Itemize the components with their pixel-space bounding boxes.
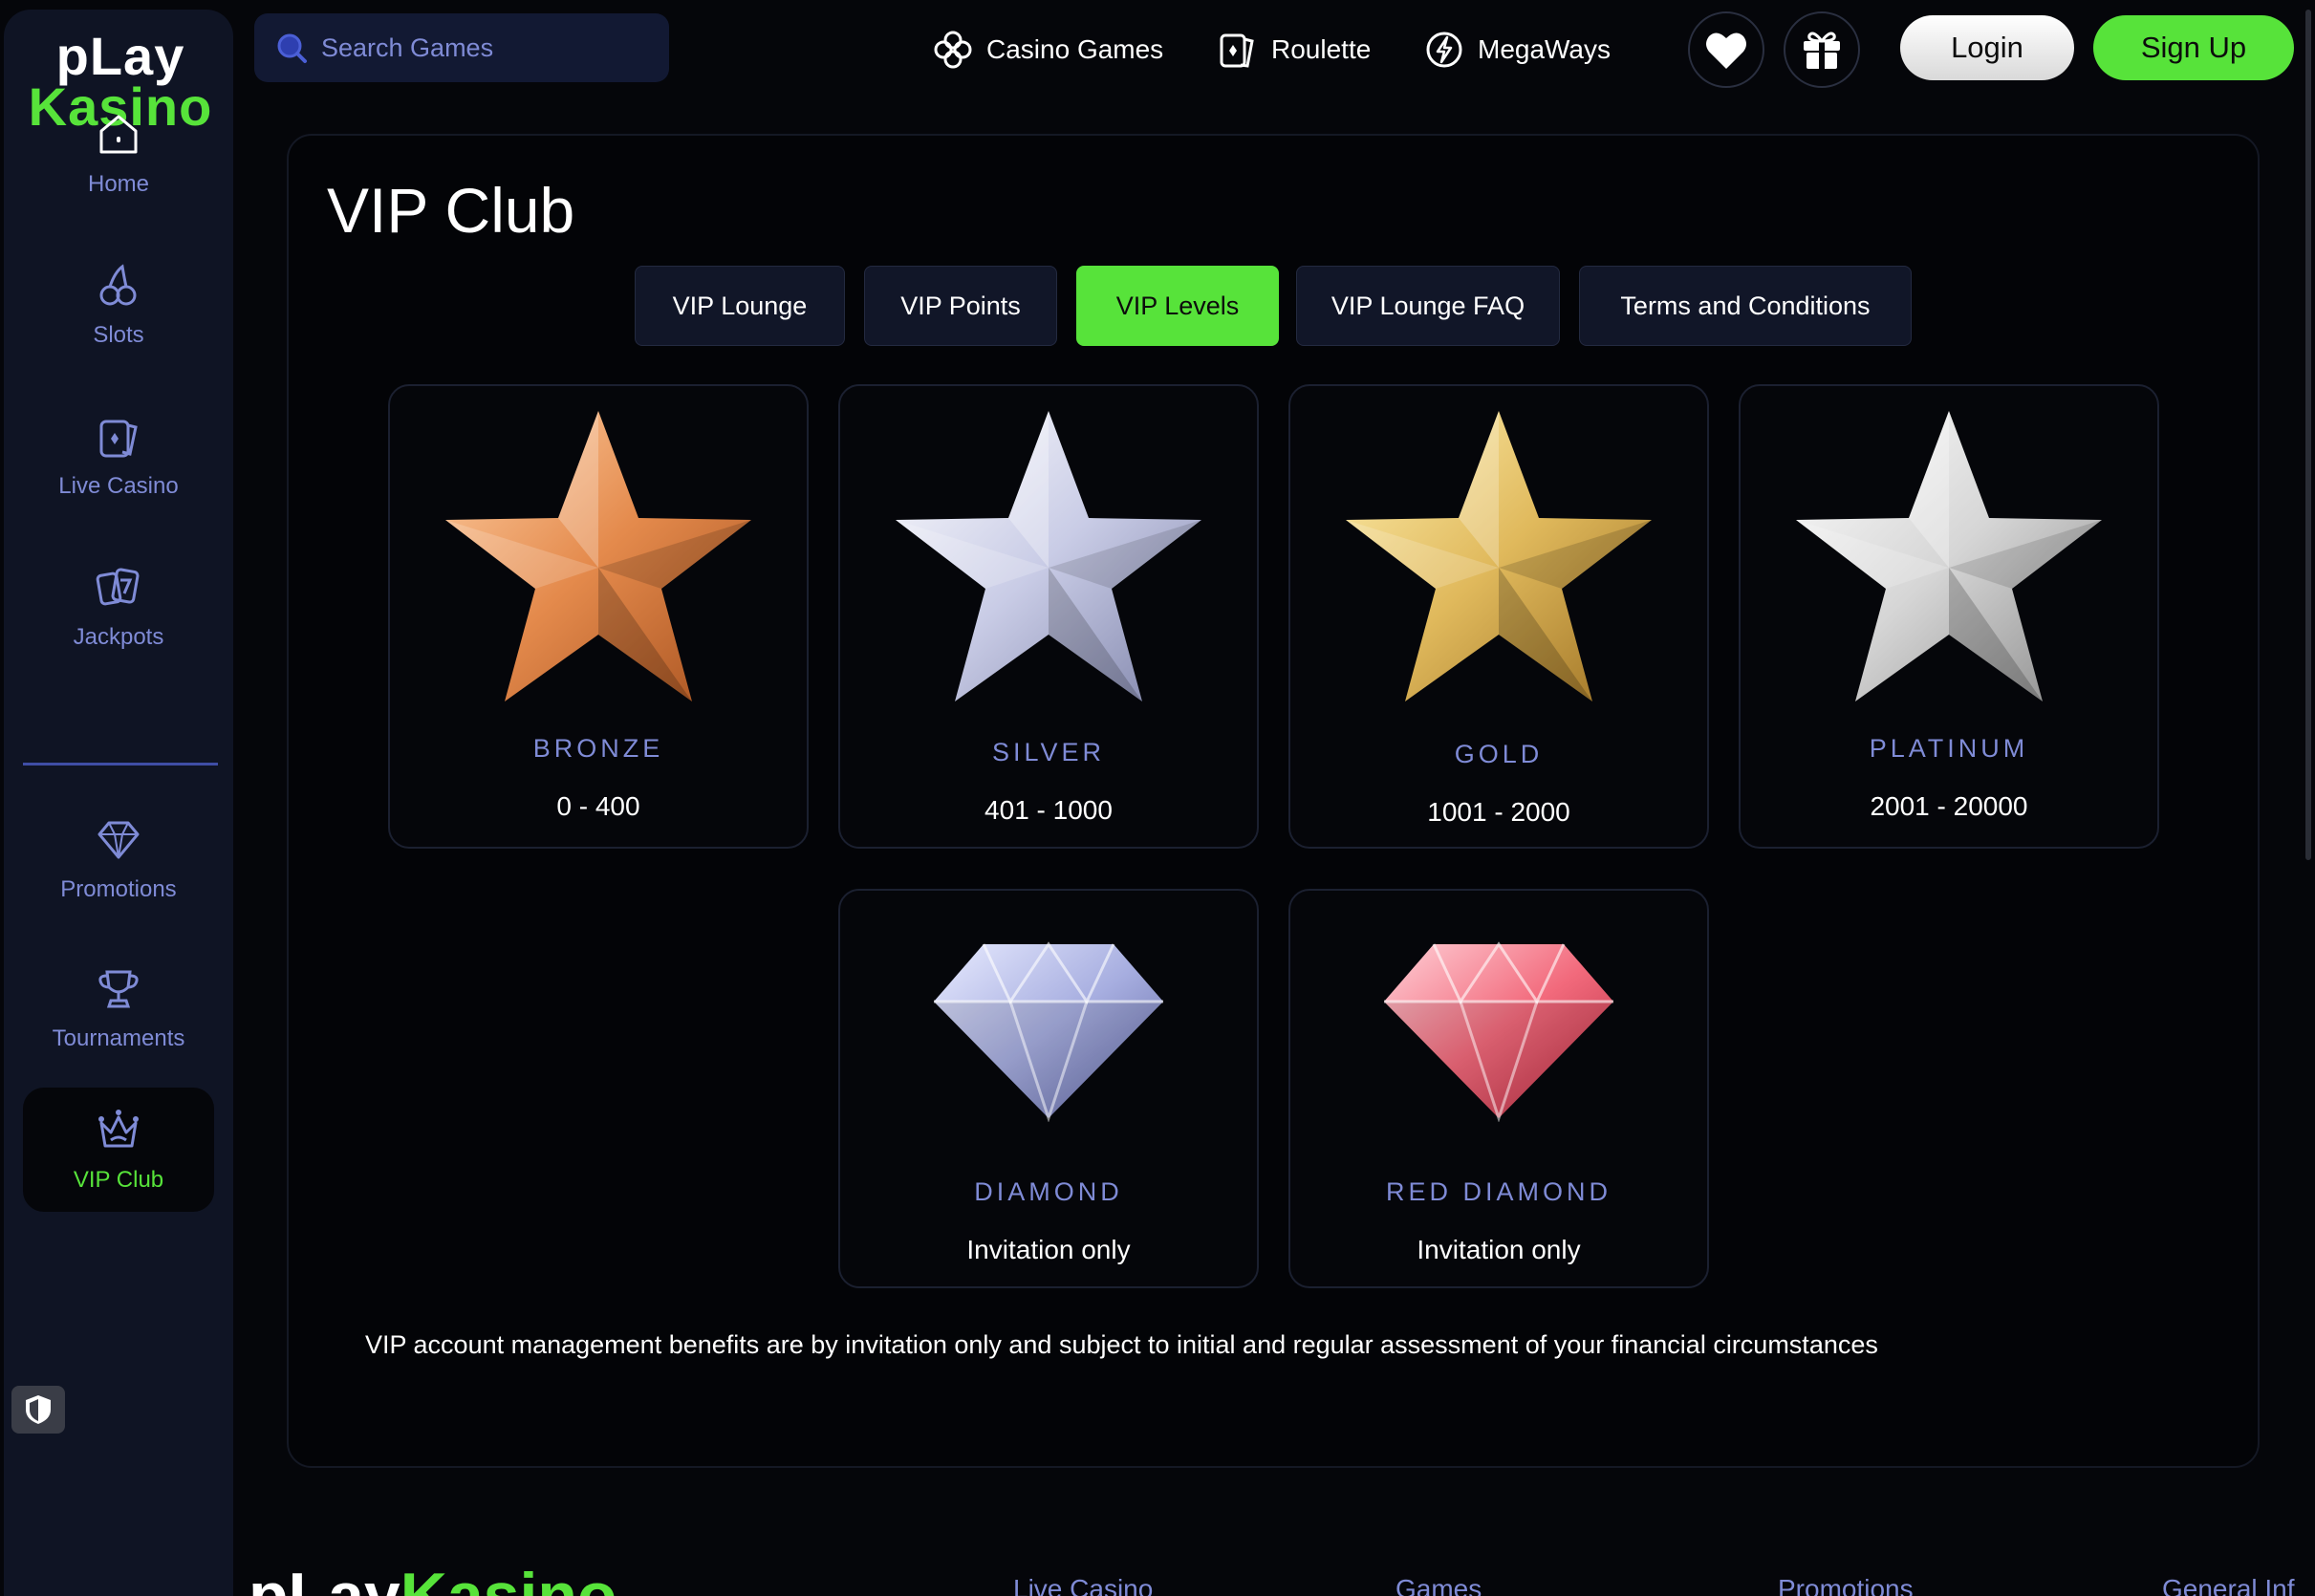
gem-icon [97,821,140,859]
nav-megaways[interactable]: MegaWays [1424,23,1611,76]
vip-disclaimer: VIP account management benefits are by i… [365,1330,1878,1359]
sidebar-item-tournaments[interactable]: Tournaments [23,946,214,1070]
vip-level-card-diamond: DIAMOND Invitation only [838,889,1259,1288]
level-range: Invitation only [1417,1235,1581,1264]
level-range: 401 - 1000 [984,795,1113,825]
vip-level-card-platinum: PLATINUM 2001 - 20000 [1739,384,2159,849]
footer-logo-white: pLay [249,1564,400,1596]
bronze-star-icon [445,411,751,701]
app-root: pLay Kasino Home Slots Live Casino Jackp… [0,0,2315,1596]
footer-logo[interactable]: pLayKasino [249,1564,617,1596]
level-name: DIAMOND [974,1177,1123,1206]
logo-line-1: pLay [55,26,185,86]
tab-vip-lounge[interactable]: VIP Lounge [635,266,845,346]
vip-level-card-red-diamond: RED DIAMOND Invitation only [1288,889,1709,1288]
footer-link-general-info[interactable]: General Inf [2162,1575,2315,1596]
favorites-button[interactable] [1688,11,1764,88]
shield-icon [26,1395,51,1424]
level-name: GOLD [1454,740,1544,768]
crown-icon [98,1110,139,1148]
diamond-icon [934,941,1163,1122]
heart-icon [1706,32,1746,69]
level-range: 0 - 400 [556,791,640,821]
home-icon [99,115,138,154]
nav-casino-games-label: Casino Games [986,34,1164,64]
level-name: RED DIAMOND [1385,1177,1612,1206]
sidebar-item-label: Promotions [60,876,177,902]
level-range: Invitation only [966,1235,1131,1264]
footer-link-games[interactable]: Games [1395,1575,1482,1596]
bolt-icon [1426,32,1462,68]
sidebar-divider [23,763,218,766]
card-icon [1220,33,1254,68]
tab-vip-lounge-faq[interactable]: VIP Lounge FAQ [1296,266,1560,346]
clover-icon [934,31,972,69]
search-icon [277,33,307,63]
sidebar-item-label: Live Casino [58,473,179,499]
sidebar-item-label: VIP Club [73,1167,164,1193]
gift-button[interactable] [1784,11,1860,88]
cards-icon [96,568,140,606]
vip-level-card-gold: GOLD 1001 - 2000 [1288,384,1709,849]
trophy-icon [98,970,139,1008]
footer-logo-green: Kasino [400,1564,617,1596]
search-input[interactable] [321,32,627,63]
signup-button[interactable]: Sign Up [2093,15,2294,80]
card-icon [99,420,138,458]
nav-roulette-label: Roulette [1271,34,1372,64]
footer-link-promotions[interactable]: Promotions [1778,1575,1914,1596]
platinum-star-icon [1796,411,2102,701]
level-range: 2001 - 20000 [1870,791,2028,821]
sidebar-item-slots[interactable]: Slots [23,243,214,367]
login-button[interactable]: Login [1900,15,2074,80]
gold-star-icon [1346,411,1652,701]
silver-star-icon [896,411,1201,701]
sidebar-item-jackpots[interactable]: Jackpots [23,545,214,669]
sidebar-item-promotions[interactable]: Promotions [23,797,214,921]
red-diamond-icon [1384,941,1613,1122]
tab-vip-levels[interactable]: VIP Levels [1076,266,1279,346]
privacy-shield-button[interactable] [11,1386,65,1434]
footer-link-live-casino[interactable]: Live Casino [1013,1575,1153,1596]
level-range: 1001 - 2000 [1427,797,1570,827]
level-name: SILVER [991,738,1106,766]
nav-casino-games[interactable]: Casino Games [933,23,1163,76]
gift-icon [1804,32,1840,69]
level-name: BRONZE [532,734,664,763]
sidebar-item-vip-club[interactable]: VIP Club [23,1088,214,1212]
vip-level-card-bronze: BRONZE 0 - 400 [388,384,809,849]
nav-roulette[interactable]: Roulette [1218,23,1371,76]
sidebar-item-label: Tournaments [52,1025,185,1051]
level-name: PLATINUM [1869,734,2029,763]
sidebar-item-label: Slots [93,322,144,348]
sidebar-item-home[interactable]: Home [23,92,214,216]
page-scrollbar[interactable] [2305,10,2311,860]
sidebar: pLay Kasino Home Slots Live Casino Jackp… [4,10,233,1596]
nav-megaways-label: MegaWays [1478,34,1612,64]
page-title: VIP Club [327,175,575,246]
vip-level-card-silver: SILVER 401 - 1000 [838,384,1259,849]
sidebar-item-live-casino[interactable]: Live Casino [23,394,214,518]
tab-terms-and-conditions[interactable]: Terms and Conditions [1579,266,1912,346]
search-box[interactable] [254,13,669,82]
sidebar-item-label: Home [87,171,150,197]
sidebar-item-label: Jackpots [73,624,164,650]
tab-vip-points[interactable]: VIP Points [864,266,1057,346]
cherry-icon [99,264,137,306]
